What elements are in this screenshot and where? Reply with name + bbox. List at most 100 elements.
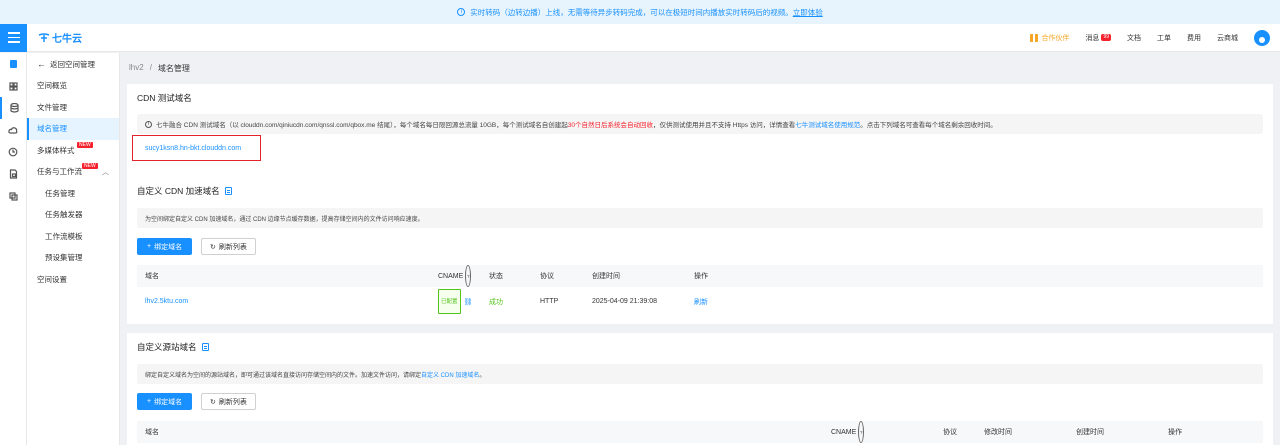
test-domain-rules-link[interactable]: 七牛测试域名使用规范 xyxy=(795,119,860,129)
sidebar-item-label: 空间概览 xyxy=(37,81,67,91)
column-header-label: CNAME xyxy=(438,272,464,280)
rail-item-apps[interactable] xyxy=(0,75,26,97)
refresh-cdn-list-button[interactable]: ↻ 刷新列表 xyxy=(201,238,256,255)
chevron-up-icon: ︿ xyxy=(102,168,109,176)
link-icon[interactable]: ⛓ xyxy=(464,289,473,314)
announcement-banner: i 实时转码（边转边播）上线，无需等待异步转码完成，可以在极短时间内播放实时转码… xyxy=(0,0,1280,24)
file-lock-icon xyxy=(9,169,17,179)
new-badge: NEW xyxy=(77,141,93,148)
bind-source-domain-button[interactable]: + 绑定域名 xyxy=(137,393,193,410)
sidebar-item-label: 任务管理 xyxy=(45,188,75,198)
table-row: lhv2.5ktu.com 已配置 ⛓ 成功 HTTP 2025-04-09 2… xyxy=(137,289,1263,314)
cdn-domain-link[interactable]: lhv2.5ktu.com xyxy=(145,289,188,314)
sidebar-item-task-management[interactable]: 任务管理 xyxy=(27,183,119,205)
refresh-row-link[interactable]: 刷新 xyxy=(694,289,708,314)
breadcrumb: lhv2 / 域名管理 xyxy=(129,63,190,74)
refresh-source-list-button[interactable]: ↻ 刷新列表 xyxy=(201,393,256,410)
sidebar-item-label: 预设集管理 xyxy=(45,253,83,263)
cdn-table-header: 域名 CNAME? 状态 协议 创建时间 操作 xyxy=(137,265,1263,287)
sidebar-item-task-triggers[interactable]: 任务触发器 xyxy=(27,204,119,226)
qiniu-logo[interactable]: 七牛云 xyxy=(38,30,82,45)
refresh-icon: ↻ xyxy=(210,398,216,406)
partner-label: 合作伙伴 xyxy=(1041,34,1070,42)
column-header-action: 操作 xyxy=(1168,429,1182,436)
document-icon[interactable] xyxy=(224,187,232,195)
test-domain-text: sucy1ksn8.hn-bkt.clouddn.com xyxy=(145,144,242,152)
top-header: 七牛云 合作伙伴 消息 99 文档 工单 费用 云商城 xyxy=(0,23,1280,52)
notice-text: 。点击下列域名可查看每个域名剩余回收时间。 xyxy=(860,122,997,129)
column-header-cname: CNAME? xyxy=(438,265,472,287)
refresh-icon: ↻ xyxy=(210,243,216,251)
copy-icon xyxy=(8,191,18,201)
protocol-cell: HTTP xyxy=(540,298,559,305)
status-badge: 成功 xyxy=(489,298,503,306)
sidebar-item-overview[interactable]: 空间概览 xyxy=(27,75,119,97)
sidebar-item-label: 空间设置 xyxy=(37,274,67,284)
test-domain-link[interactable]: sucy1ksn8.hn-bkt.clouddn.com xyxy=(132,135,261,161)
sidebar-item-workflow-templates[interactable]: 工作流模板 xyxy=(27,226,119,248)
tickets-link[interactable]: 工单 xyxy=(1157,33,1171,43)
back-label: 返回空间管理 xyxy=(50,59,95,69)
menu-toggle-button[interactable] xyxy=(0,23,27,52)
bucket-sidebar: ← 返回空间管理 空间概览 文件管理 域名管理 多媒体样式 NEW 任务与工作流… xyxy=(27,53,120,445)
back-to-buckets-link[interactable]: ← 返回空间管理 xyxy=(27,53,119,75)
clock-icon xyxy=(8,147,18,157)
cdn-test-title: CDN 测试域名 xyxy=(137,92,192,104)
column-header-protocol: 协议 xyxy=(540,273,554,280)
banner-link[interactable]: 立即体验 xyxy=(793,7,823,18)
rail-item-copy[interactable] xyxy=(0,185,26,207)
cdn-test-notice: i 七牛融合 CDN 测试域名（以 clouddn.com/qiniucdn.c… xyxy=(137,114,1263,134)
sidebar-item-label: 多媒体样式 xyxy=(37,145,75,155)
section-title: 自定义 CDN 加速域名 xyxy=(137,186,220,196)
notice-text: 绑定自定义域名为空间的源站域名，即可通过该域名直接访问存储空间内的文件。加速文件… xyxy=(145,372,422,379)
column-header-domain: 域名 xyxy=(145,273,159,280)
rail-item-file[interactable] xyxy=(0,163,26,185)
sidebar-item-domains[interactable]: 域名管理 xyxy=(27,118,119,140)
notice-text: ，仅供测试使用并且不支持 Https 访问，详情查看 xyxy=(652,122,796,129)
button-label: 绑定域名 xyxy=(154,398,183,406)
breadcrumb-separator: / xyxy=(149,63,152,72)
custom-source-domain-card: 自定义源站域名 绑定自定义域名为空间的源站域名，即可通过该域名直接访问存储空间内… xyxy=(127,333,1273,445)
messages-link[interactable]: 消息 99 xyxy=(1085,33,1111,43)
notice-text: 为空间绑定自定义 CDN 加速域名，通过 CDN 边缘节点缓存数据，提高存储空间… xyxy=(145,216,424,223)
sidebar-item-label: 文件管理 xyxy=(37,102,67,112)
question-icon[interactable]: ? xyxy=(465,265,472,287)
messages-label: 消息 xyxy=(1085,34,1100,42)
partner-link[interactable]: 合作伙伴 xyxy=(1030,33,1069,43)
main-content: lhv2 / 域名管理 CDN 测试域名 i 七牛融合 CDN 测试域名（以 c… xyxy=(120,53,1280,445)
rail-item-cdn[interactable] xyxy=(0,119,26,141)
section-title: CDN 测试域名 xyxy=(137,93,192,103)
column-header-action: 操作 xyxy=(694,273,708,280)
column-header-created: 创建时间 xyxy=(592,273,620,280)
sidebar-item-files[interactable]: 文件管理 xyxy=(27,97,119,119)
question-icon[interactable]: ? xyxy=(858,421,865,443)
mall-link[interactable]: 云商城 xyxy=(1217,33,1238,43)
banner-text: 实时转码（边转边播）上线，无需等待异步转码完成，可以在极短时间内播放实时转码后的… xyxy=(470,7,793,17)
database-icon xyxy=(9,103,19,113)
cloud-icon xyxy=(8,126,18,134)
rail-item-storage[interactable] xyxy=(0,97,26,119)
plus-icon: + xyxy=(147,398,152,405)
button-label: 绑定域名 xyxy=(154,243,183,251)
sidebar-item-tasks-workflows[interactable]: 任务与工作流 NEW ︿ xyxy=(27,161,119,183)
breadcrumb-bucket[interactable]: lhv2 xyxy=(129,63,144,74)
user-avatar[interactable] xyxy=(1254,29,1270,46)
sidebar-item-presets[interactable]: 预设集管理 xyxy=(27,247,119,269)
custom-cdn-domain-link[interactable]: 自定义 CDN 加速域名 xyxy=(421,370,479,379)
docs-link[interactable]: 文档 xyxy=(1127,33,1141,43)
cname-cell: 已配置 ⛓ xyxy=(438,289,472,314)
custom-cdn-title: 自定义 CDN 加速域名 xyxy=(137,185,232,197)
billing-link[interactable]: 费用 xyxy=(1187,33,1201,43)
book-icon xyxy=(9,60,17,68)
column-header-created: 创建时间 xyxy=(1076,429,1104,436)
source-table-header: 域名 CNAME? 协议 修改时间 创建时间 操作 xyxy=(137,421,1263,443)
document-icon[interactable] xyxy=(201,343,209,351)
sidebar-item-bucket-settings[interactable]: 空间设置 xyxy=(27,269,119,291)
arrow-left-icon: ← xyxy=(37,59,46,69)
rail-item-overview[interactable] xyxy=(0,53,26,75)
rail-item-stats[interactable] xyxy=(0,141,26,163)
sidebar-item-label: 任务与工作流 xyxy=(37,167,82,177)
bind-cdn-domain-button[interactable]: + 绑定域名 xyxy=(137,238,193,255)
sidebar-item-media-styles[interactable]: 多媒体样式 NEW xyxy=(27,140,119,162)
cname-configured-tag: 已配置 xyxy=(438,289,461,314)
